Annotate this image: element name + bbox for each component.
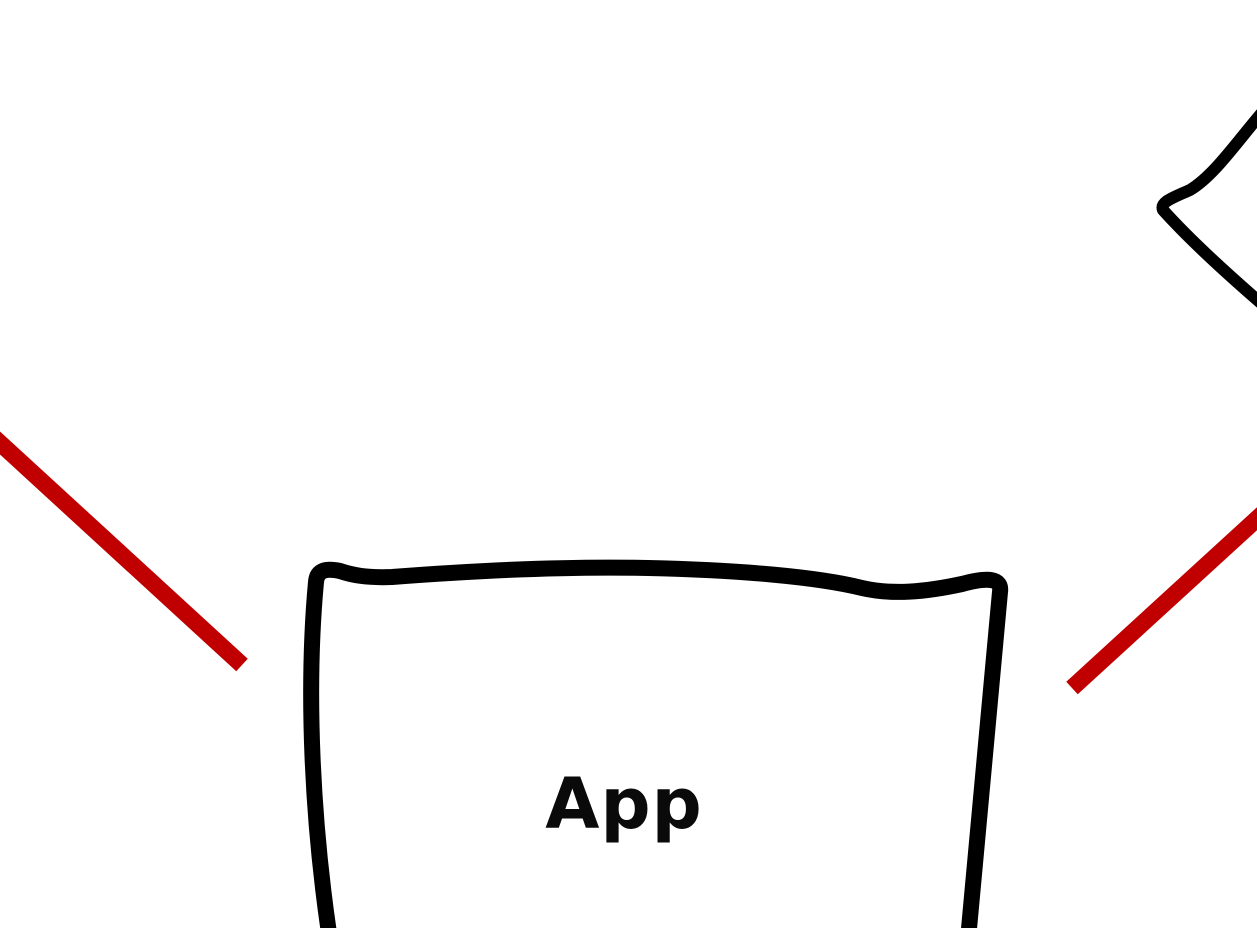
diagram-canvas: App <box>0 108 1257 928</box>
app-node-border <box>303 559 1009 928</box>
app-node-label: App <box>545 763 702 845</box>
app-node[interactable]: App <box>303 559 1009 928</box>
right-connector[interactable] <box>1066 505 1257 695</box>
left-connector[interactable] <box>0 431 248 672</box>
right-diamond-shape[interactable] <box>1156 108 1257 308</box>
